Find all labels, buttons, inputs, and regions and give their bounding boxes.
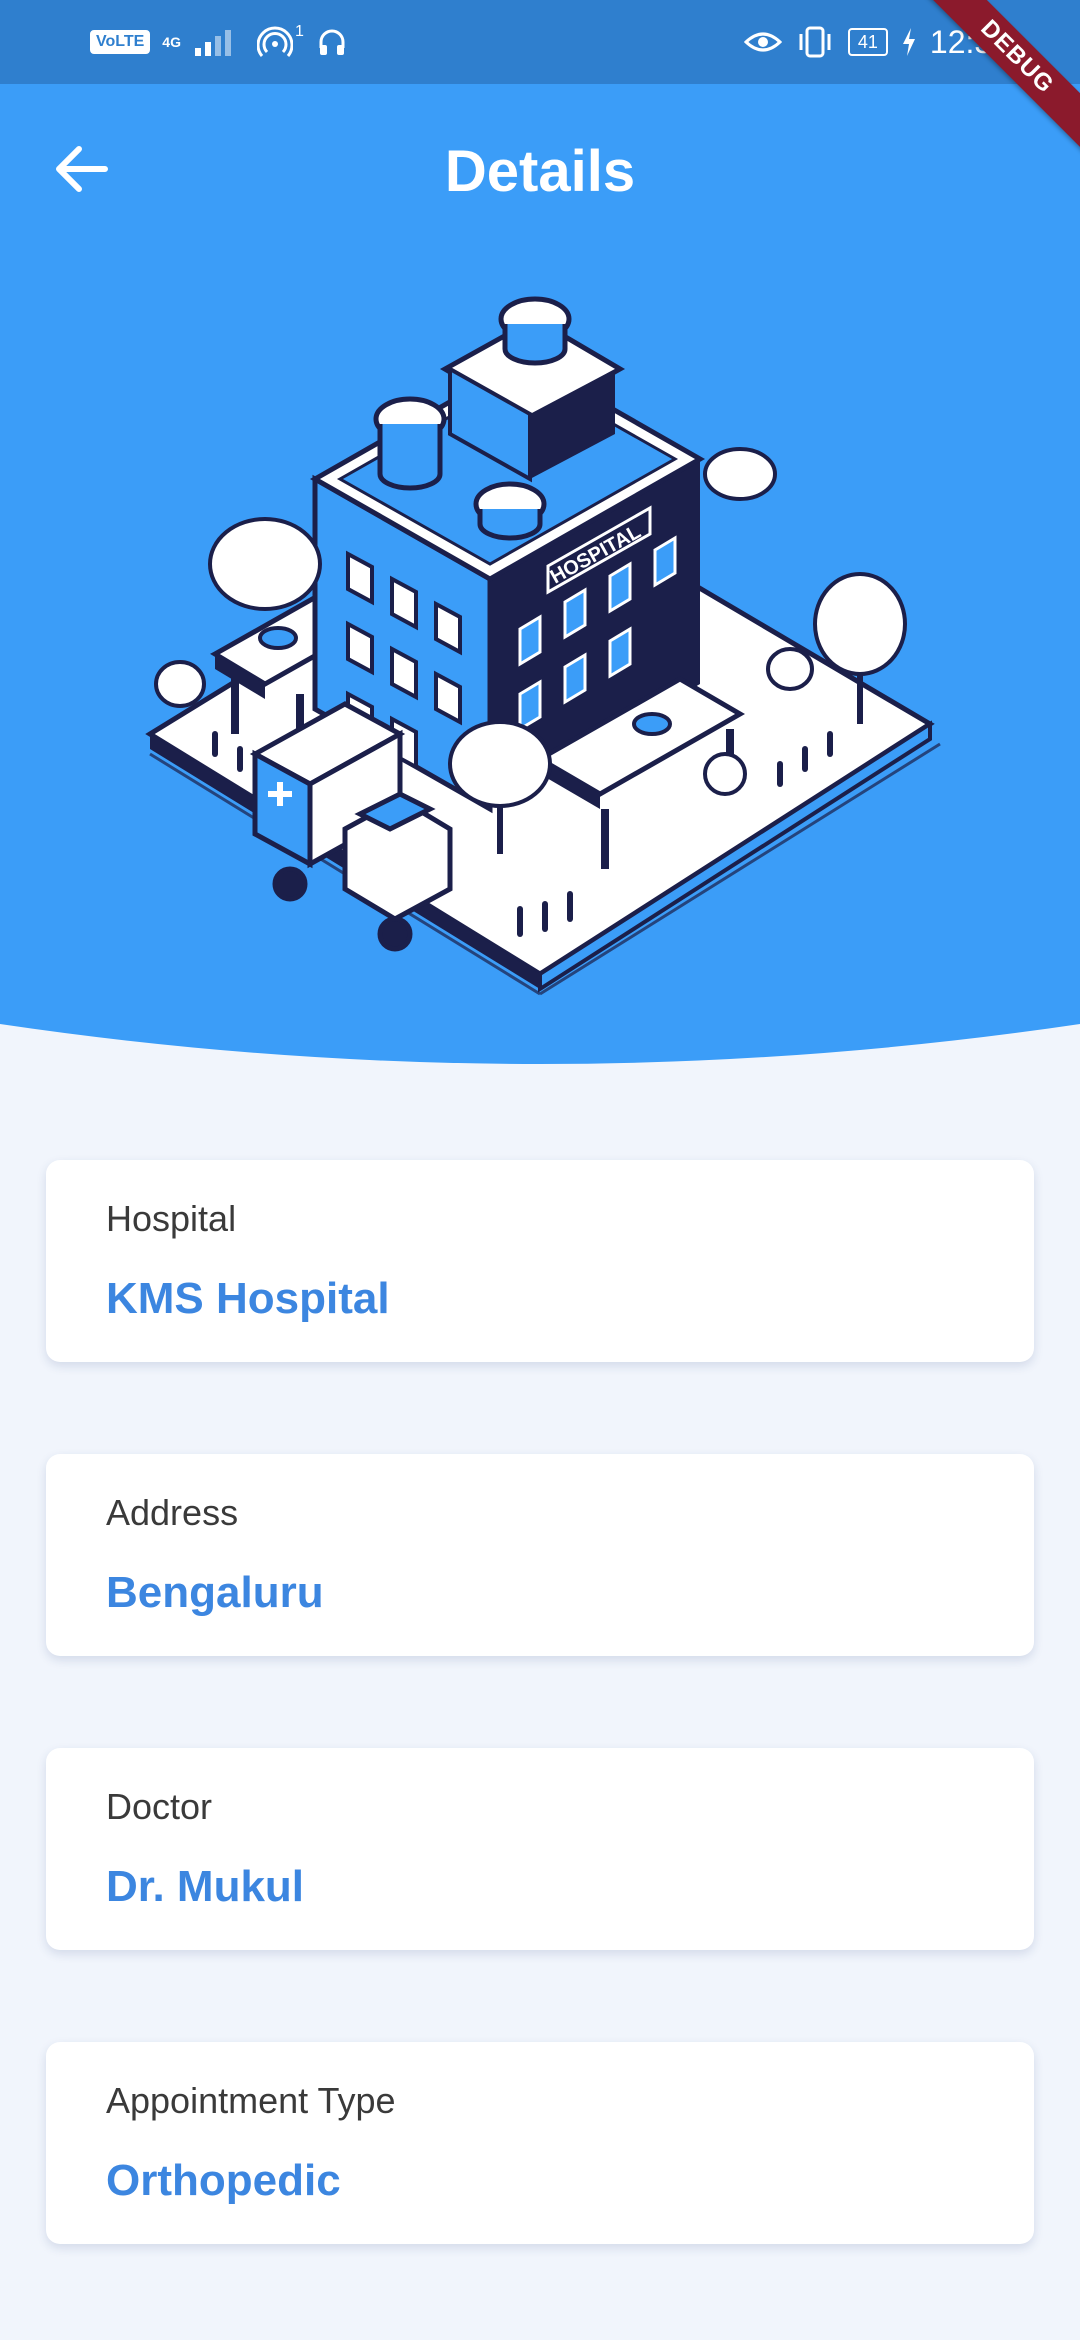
hotspot-icon bbox=[256, 26, 293, 57]
page-title: Details bbox=[444, 139, 636, 204]
hospital-illustration: HOSPITAL bbox=[0, 254, 1080, 1064]
card-value: Bengaluru bbox=[106, 1568, 324, 1617]
address-card: Address Bengaluru bbox=[46, 1454, 1034, 1656]
signal-icon bbox=[194, 30, 231, 56]
card-value: Orthopedic bbox=[106, 2156, 341, 2205]
app-header: Details bbox=[0, 84, 1080, 256]
status-bar: VoLTE 4G 1 41 12:33 bbox=[0, 0, 1080, 84]
volte-indicator: VoLTE bbox=[90, 30, 151, 54]
card-label: Address bbox=[106, 1492, 239, 1533]
headphones-icon bbox=[319, 29, 345, 55]
card-label: Appointment Type bbox=[106, 2080, 396, 2121]
card-label: Doctor bbox=[106, 1786, 213, 1827]
status-left: VoLTE 4G 1 bbox=[90, 22, 348, 62]
charging-icon bbox=[902, 28, 915, 56]
doctor-card: Doctor Dr. Mukul bbox=[46, 1748, 1034, 1950]
appointment-type-card: Appointment Type Orthopedic bbox=[46, 2042, 1034, 2244]
card-value: Dr. Mukul bbox=[106, 1862, 305, 1911]
hotspot-count: 1 bbox=[294, 23, 304, 40]
eye-icon bbox=[743, 32, 782, 52]
network-type: 4G bbox=[162, 34, 181, 50]
card-value: KMS Hospital bbox=[106, 1274, 390, 1323]
card-label: Hospital bbox=[106, 1198, 237, 1239]
hospital-card: Hospital KMS Hospital bbox=[46, 1160, 1034, 1362]
vibrate-icon bbox=[799, 26, 831, 58]
battery-indicator: 41 bbox=[847, 28, 888, 56]
hero-banner: HOSPITAL bbox=[0, 254, 1080, 1094]
